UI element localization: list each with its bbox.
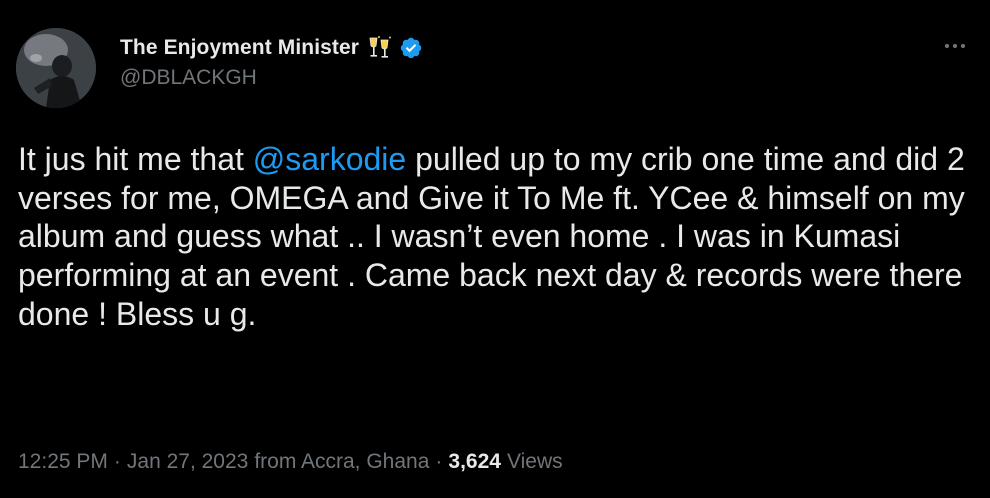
name-row: The Enjoyment Minister [120, 34, 423, 62]
avatar[interactable] [16, 28, 96, 108]
meta-separator: · [435, 450, 443, 473]
views-count[interactable]: 3,624 [448, 450, 501, 474]
display-name[interactable]: The Enjoyment Minister [120, 36, 359, 60]
ellipsis-icon [945, 44, 965, 48]
tweet-text-part-1: It jus hit me that [18, 141, 253, 177]
clinking-glasses-icon [365, 35, 395, 61]
tweet-time[interactable]: 12:25 PM [18, 450, 108, 474]
verified-badge-icon[interactable] [399, 36, 423, 60]
views-label: Views [506, 450, 563, 473]
tweet-card: The Enjoyment Minister @DBLACKGH It jus … [0, 0, 990, 498]
avatar-image [16, 28, 96, 108]
meta-separator: · [113, 450, 121, 473]
tweet-text: It jus hit me that @sarkodie pulled up t… [18, 140, 978, 334]
tweet-meta: 12:25 PM · Jan 27, 2023 from Accra, Ghan… [18, 450, 563, 474]
tweet-header: The Enjoyment Minister @DBLACKGH [16, 28, 423, 108]
author-names: The Enjoyment Minister @DBLACKGH [120, 34, 423, 90]
more-options-button[interactable] [940, 36, 970, 56]
tweet-location: from Accra, Ghana [254, 450, 430, 473]
mention-link[interactable]: @sarkodie [253, 141, 406, 177]
author-handle[interactable]: @DBLACKGH [120, 66, 423, 90]
tweet-date[interactable]: Jan 27, 2023 [127, 450, 248, 474]
